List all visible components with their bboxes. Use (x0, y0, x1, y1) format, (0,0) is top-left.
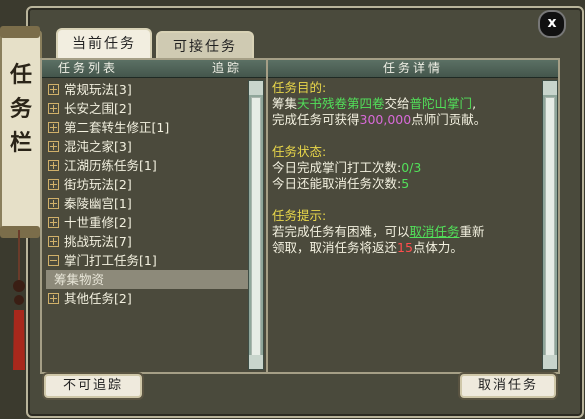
task-detail-title: 任务详情 (382, 61, 443, 75)
untrackable-button[interactable]: 不可追踪 (44, 374, 142, 398)
quest-window: 任 务 栏 x 当前任务 可接任务 任务列表 追踪 常规玩法[3] 长安之围[2… (0, 0, 585, 419)
side-title: 任 务 栏 (6, 58, 36, 160)
side-title-char: 任 (9, 62, 32, 88)
task-list-header: 任务列表 追踪 (42, 60, 266, 78)
task-detail-panel: 任务详情 任务目的: 筹集天书残卷第四卷交给普陀山掌门, 完成任务可获得300,… (266, 58, 560, 374)
expand-icon[interactable] (48, 236, 59, 247)
hint-text: 重新 (459, 224, 485, 239)
track-column-label: 追踪 (211, 61, 242, 75)
status-heading: 任务状态: (272, 144, 327, 159)
side-title-char: 栏 (9, 130, 32, 156)
expand-icon[interactable] (48, 293, 59, 304)
task-list-panel: 任务列表 追踪 常规玩法[3] 长安之围[2] 第二套转生修正[1] 混沌之家[… (40, 58, 268, 374)
expand-icon[interactable] (48, 122, 59, 133)
list-sub-item-label: 筹集物资 (54, 272, 105, 287)
task-detail-header: 任务详情 (268, 60, 558, 78)
list-item-label: 江湖历练任务[1] (64, 158, 157, 173)
scroll-up-arrow-icon[interactable] (249, 81, 263, 95)
list-item[interactable]: 常规玩法[3] (46, 80, 246, 99)
list-item-label: 混沌之家[3] (64, 139, 132, 154)
list-item-label: 常规玩法[3] (64, 82, 132, 97)
objective-text: 筹集 (272, 96, 298, 111)
scroll-down-arrow-icon[interactable] (543, 355, 557, 369)
expand-icon[interactable] (48, 160, 59, 171)
objective-text: 点师门贡献。 (411, 112, 487, 127)
list-item-label: 街坊玩法[2] (64, 177, 132, 192)
status-line-2: 今日还能取消任务次数:5 (272, 176, 538, 192)
scroll-thumb[interactable] (545, 97, 555, 361)
task-detail-text: 任务目的: 筹集天书残卷第四卷交给普陀山掌门, 完成任务可获得300,000点师… (272, 80, 538, 256)
task-category-list: 常规玩法[3] 长安之围[2] 第二套转生修正[1] 混沌之家[3] 江湖历练任… (46, 80, 248, 308)
list-item[interactable]: 十世重修[2] (46, 213, 246, 232)
cancel-task-link[interactable]: 取消任务 (410, 224, 460, 239)
task-detail-scrollbar[interactable] (542, 80, 558, 370)
side-scroll-banner: 任 务 栏 (0, 26, 42, 238)
status-text: 今日还能取消任务次数: (272, 176, 402, 191)
hint-text: 点体力。 (412, 240, 463, 255)
hint-text: 领取，取消任务将返还 (272, 240, 398, 255)
scroll-thumb[interactable] (251, 97, 261, 361)
list-item-label: 长安之围[2] (64, 101, 132, 116)
status-line-1: 今日完成掌门打工次数:0/3 (272, 160, 538, 176)
scroll-up-arrow-icon[interactable] (543, 81, 557, 95)
close-button[interactable]: x (538, 10, 566, 38)
list-item-label: 其他任务[2] (64, 291, 132, 306)
list-item-label: 挑战玩法[7] (64, 234, 132, 249)
expand-icon[interactable] (48, 198, 59, 209)
list-item[interactable]: 街坊玩法[2] (46, 175, 246, 194)
side-title-char: 务 (9, 96, 32, 122)
objective-text: , (472, 96, 477, 111)
cancel-task-button[interactable]: 取消任务 (460, 374, 556, 398)
list-item[interactable]: 挑战玩法[7] (46, 232, 246, 251)
status-text: 今日完成掌门打工次数: (272, 160, 402, 175)
list-item[interactable]: 江湖历练任务[1] (46, 156, 246, 175)
list-item-label: 第二套转生修正[1] (64, 120, 170, 135)
hint-line-2: 领取，取消任务将返还15点体力。 (272, 240, 538, 256)
objective-heading: 任务目的: (272, 80, 327, 95)
objective-line-1: 筹集天书残卷第四卷交给普陀山掌门, (272, 96, 538, 112)
tab-current-tasks[interactable]: 当前任务 (56, 28, 152, 60)
list-item-label: 秦陵幽宫[1] (64, 196, 132, 211)
hint-line-1: 若完成任务有困难，可以取消任务重新 (272, 224, 538, 240)
list-item-label: 掌门打工任务[1] (64, 253, 157, 268)
expand-icon[interactable] (48, 141, 59, 152)
objective-line-2: 完成任务可获得300,000点师门贡献。 (272, 112, 538, 128)
expand-icon[interactable] (48, 179, 59, 190)
stamina-amount: 15 (397, 240, 413, 255)
list-item[interactable]: 混沌之家[3] (46, 137, 246, 156)
tassel-icon (13, 230, 25, 370)
hint-text: 若完成任务有困难，可以 (272, 224, 410, 239)
expand-icon[interactable] (48, 84, 59, 95)
collapse-icon[interactable] (48, 255, 59, 266)
reward-amount: 300,000 (359, 112, 412, 127)
objective-text: 完成任务可获得 (272, 112, 360, 127)
scroll-cap-top (0, 26, 40, 38)
task-list-title: 任务列表 (58, 61, 119, 75)
status-count: 0/3 (401, 160, 422, 175)
expand-icon[interactable] (48, 217, 59, 228)
expand-icon[interactable] (48, 103, 59, 114)
list-item[interactable]: 掌门打工任务[1] (46, 251, 246, 270)
task-list-scrollbar[interactable] (248, 80, 264, 370)
list-item[interactable]: 第二套转生修正[1] (46, 118, 246, 137)
list-item[interactable]: 长安之围[2] (46, 99, 246, 118)
status-count: 5 (401, 176, 410, 191)
objective-npc-link[interactable]: 普陀山掌门 (410, 96, 473, 111)
hint-heading: 任务提示: (272, 208, 327, 223)
list-item-label: 十世重修[2] (64, 215, 132, 230)
scroll-down-arrow-icon[interactable] (249, 355, 263, 369)
list-sub-item-selected[interactable]: 筹集物资 (46, 270, 248, 289)
objective-item-link[interactable]: 天书残卷第四卷 (297, 96, 385, 111)
tab-available-tasks[interactable]: 可接任务 (156, 31, 254, 60)
objective-text: 交给 (384, 96, 410, 111)
list-item[interactable]: 其他任务[2] (46, 289, 246, 308)
list-item[interactable]: 秦陵幽宫[1] (46, 194, 246, 213)
